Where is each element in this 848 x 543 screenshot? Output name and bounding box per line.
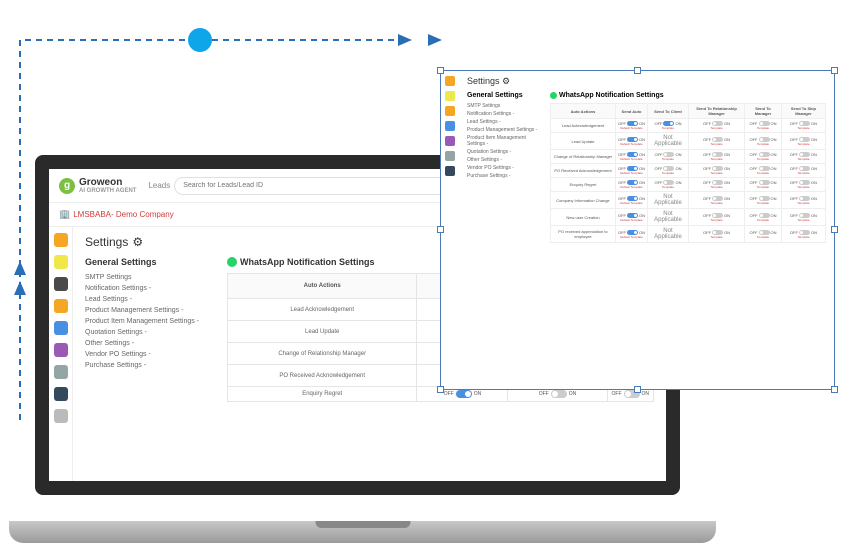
rail-icon[interactable]: [445, 166, 455, 176]
sidebar-item[interactable]: Other Settings -: [85, 338, 215, 349]
sidebar-item[interactable]: Lead Settings -: [85, 294, 215, 305]
sidebar-item[interactable]: Product Item Management Settings -: [467, 134, 542, 148]
company-name: LMSBABA- Demo Company: [73, 210, 173, 219]
toggle[interactable]: OFFON: [539, 390, 577, 398]
sidebar-item[interactable]: Vendor PO Settings -: [85, 349, 215, 360]
sidebar-item[interactable]: Vendor PO Settings -: [467, 164, 542, 172]
rail-icon[interactable]: [54, 343, 68, 357]
table-row: Lead AcknowledgementOFFONDefault Templat…: [551, 119, 826, 133]
float-content: Settings ⚙ General Settings SMTP Setting…: [459, 71, 834, 389]
sidebar-item[interactable]: Notification Settings -: [467, 110, 542, 118]
resize-handle[interactable]: [831, 386, 838, 393]
laptop-base: [9, 521, 716, 543]
rail-icon[interactable]: [445, 151, 455, 161]
table-row: PO received appreciation to employeeOFFO…: [551, 226, 826, 243]
rail-icon[interactable]: [54, 321, 68, 335]
logo-icon: g: [59, 178, 75, 194]
float-sidebar: General Settings SMTP Settings Notificat…: [467, 92, 542, 243]
table-row: PO Received AcknowledgementOFFONDefault …: [551, 164, 826, 178]
table-row: New user CreationOFFONDefault TemplateNo…: [551, 209, 826, 226]
row-label: Change of Relationship Manager: [228, 343, 417, 365]
resize-handle[interactable]: [831, 67, 838, 74]
settings-sidebar: General Settings SMTP Settings Notificat…: [85, 257, 215, 402]
toggle[interactable]: OFFON: [444, 390, 482, 398]
resize-handle[interactable]: [437, 67, 444, 74]
rail-icon[interactable]: [54, 387, 68, 401]
rail-icon[interactable]: [54, 255, 68, 269]
sidebar-item[interactable]: Product Management Settings -: [85, 305, 215, 316]
float-settings-table: Auto Actions Send Auto Send To Client Se…: [550, 103, 826, 243]
resize-handle[interactable]: [437, 226, 444, 233]
table-row: Lead UpdateOFFONDefault TemplateNot Appl…: [551, 133, 826, 150]
rail-icon[interactable]: [445, 106, 455, 116]
table-row: Enquiry RegretOFFONDefault TemplateOFFON…: [551, 178, 826, 192]
row-label: PO Received Acknowledgement: [228, 365, 417, 387]
float-page-title: Settings ⚙: [467, 76, 826, 87]
sidebar-item[interactable]: Quotation Settings -: [467, 148, 542, 156]
whatsapp-icon: [550, 92, 557, 99]
floating-window[interactable]: Settings ⚙ General Settings SMTP Setting…: [440, 70, 835, 390]
brand-name: Groweon: [79, 177, 122, 188]
sidebar-item[interactable]: SMTP Settings: [467, 102, 542, 110]
rail-icon[interactable]: [54, 233, 68, 247]
sidebar-item[interactable]: SMTP Settings: [85, 272, 215, 283]
rail-icon[interactable]: [445, 76, 455, 86]
rail-icon[interactable]: [445, 136, 455, 146]
col-header: Auto Actions: [228, 274, 417, 299]
row-label: Lead Update: [228, 321, 417, 343]
row-label: Lead Acknowledgement: [228, 299, 417, 321]
float-whatsapp-heading: WhatsApp Notification Settings: [550, 92, 826, 99]
whatsapp-icon: [227, 257, 237, 267]
resize-handle[interactable]: [437, 386, 444, 393]
sidebar-item[interactable]: Notification Settings -: [85, 283, 215, 294]
left-rail: [49, 227, 73, 481]
table-row: Change of Relationship ManagerOFFONDefau…: [551, 150, 826, 164]
rail-icon[interactable]: [54, 277, 68, 291]
float-general-heading: General Settings: [467, 92, 542, 99]
rail-icon[interactable]: [445, 91, 455, 101]
sidebar-item[interactable]: Product Management Settings -: [467, 126, 542, 134]
float-main: WhatsApp Notification Settings Auto Acti…: [550, 92, 826, 243]
sidebar-item[interactable]: Purchase Settings -: [85, 360, 215, 371]
sidebar-item[interactable]: Quotation Settings -: [85, 327, 215, 338]
table-row: Company Information ChangeOFFONDefault T…: [551, 192, 826, 209]
rail-icon[interactable]: [54, 299, 68, 313]
rail-icon[interactable]: [54, 365, 68, 379]
resize-handle[interactable]: [634, 386, 641, 393]
row-label: Enquiry Regret: [228, 387, 417, 402]
sidebar-item[interactable]: Product Item Management Settings -: [85, 316, 215, 327]
brand-logo: g Groweon AI GROWTH AGENT: [59, 177, 136, 194]
general-settings-heading: General Settings: [85, 257, 215, 267]
sidebar-item[interactable]: Lead Settings -: [467, 118, 542, 126]
gear-icon: ⚙: [132, 235, 143, 249]
toggle[interactable]: OFFON: [612, 390, 650, 398]
sidebar-item[interactable]: Purchase Settings -: [467, 172, 542, 180]
resize-handle[interactable]: [634, 67, 641, 74]
sidebar-item[interactable]: Other Settings -: [467, 156, 542, 164]
rail-icon[interactable]: [54, 409, 68, 423]
rail-icon[interactable]: [445, 121, 455, 131]
resize-handle[interactable]: [831, 226, 838, 233]
company-icon: 🏢: [59, 209, 70, 220]
brand-tagline: AI GROWTH AGENT: [79, 188, 136, 194]
search-label: Leads: [148, 181, 170, 190]
